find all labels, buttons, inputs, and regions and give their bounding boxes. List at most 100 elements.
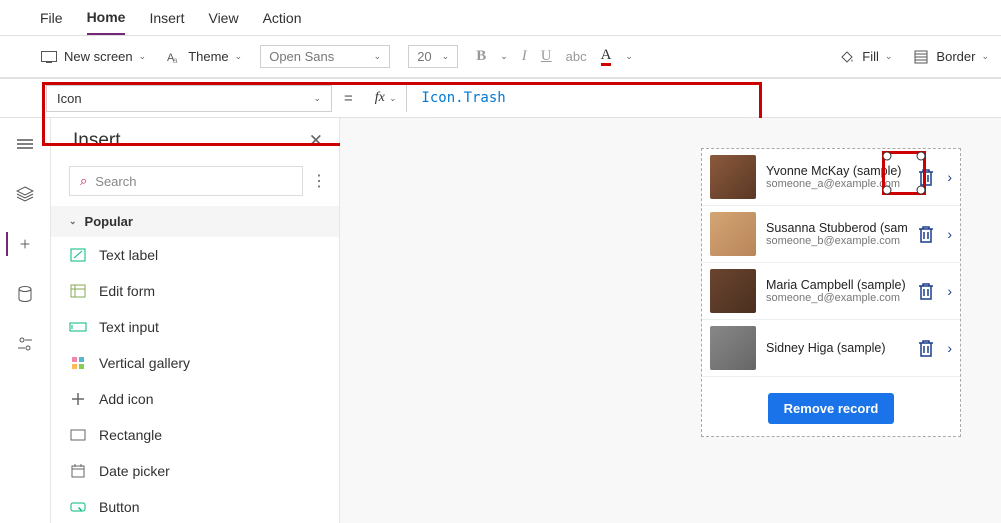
search-input[interactable]: ⌕ Search	[69, 166, 303, 196]
bold-button[interactable]: B	[476, 48, 486, 65]
data-icon[interactable]	[13, 282, 37, 306]
row-email: someone_d@example.com	[766, 292, 907, 304]
item-button[interactable]: Button	[51, 489, 339, 523]
menu-file[interactable]: File	[40, 2, 63, 34]
equals-label: =	[332, 90, 365, 107]
item-text-label[interactable]: Text label	[51, 237, 339, 273]
new-screen-label: New screen	[64, 49, 133, 64]
chevron-down-icon: ⌄	[235, 51, 243, 62]
font-family-value: Open Sans	[269, 49, 334, 64]
fill-label: Fill	[862, 49, 879, 64]
chevron-down-icon: ⌄	[69, 216, 77, 227]
section-popular[interactable]: ⌄ Popular	[51, 206, 339, 237]
insert-panel: Insert ✕ ⌕ Search ⋮ ⌄ Popular Text label…	[50, 118, 340, 523]
avatar	[710, 269, 756, 313]
layers-icon[interactable]	[13, 182, 37, 206]
avatar	[710, 155, 756, 199]
border-label: Border	[936, 49, 975, 64]
gallery-icon	[69, 354, 87, 372]
close-icon[interactable]: ✕	[309, 131, 323, 151]
gallery-row[interactable]: Yvonne McKay (sample)someone_a@example.c…	[702, 149, 960, 206]
strikethrough-button[interactable]: abc	[566, 49, 587, 64]
left-rail	[0, 118, 50, 523]
format-group: B⌄ I U abc A⌄	[476, 48, 633, 66]
font-size-value: 20	[417, 49, 431, 64]
theme-button[interactable]: Aa Theme ⌄	[164, 48, 242, 66]
text-input-icon	[69, 318, 87, 336]
text-label-icon	[69, 246, 87, 264]
rectangle-icon	[69, 426, 87, 444]
avatar	[710, 212, 756, 256]
search-placeholder: Search	[95, 174, 136, 189]
border-icon	[912, 48, 930, 66]
property-value: Icon	[57, 91, 82, 106]
trash-icon[interactable]	[917, 281, 937, 301]
item-vertical-gallery[interactable]: Vertical gallery	[51, 345, 339, 381]
tree-icon[interactable]	[13, 132, 37, 156]
remove-record-button[interactable]: Remove record	[768, 393, 895, 424]
canvas[interactable]: Yvonne McKay (sample)someone_a@example.c…	[340, 118, 1001, 523]
item-date-picker[interactable]: Date picker	[51, 453, 339, 489]
theme-label: Theme	[188, 49, 228, 64]
row-name: Yvonne McKay (sample)	[766, 164, 907, 178]
menu-action[interactable]: Action	[263, 2, 302, 34]
item-add-icon[interactable]: Add icon	[51, 381, 339, 417]
theme-icon: Aa	[164, 48, 182, 66]
chevron-right-icon[interactable]: ›	[947, 169, 952, 185]
trash-icon[interactable]	[917, 338, 937, 358]
gallery-row[interactable]: Maria Campbell (sample)someone_d@example…	[702, 263, 960, 320]
italic-button[interactable]: I	[522, 48, 527, 65]
item-text-input[interactable]: Text input	[51, 309, 339, 345]
more-icon[interactable]: ⋮	[311, 171, 327, 191]
formula-bar: Icon ⌄ = fx⌄ Icon.Trash	[0, 78, 1001, 118]
font-family-select[interactable]: Open Sans ⌄	[260, 45, 390, 68]
item-edit-form[interactable]: Edit form	[51, 273, 339, 309]
gallery-row[interactable]: Sidney Higa (sample) ›	[702, 320, 960, 377]
menu-home[interactable]: Home	[87, 1, 126, 35]
property-select[interactable]: Icon ⌄	[46, 85, 332, 112]
chevron-down-icon: ⌄	[139, 51, 147, 62]
edit-form-icon	[69, 282, 87, 300]
button-icon	[69, 498, 87, 516]
menu-bar: File Home Insert View Action	[0, 0, 1001, 36]
avatar	[710, 326, 756, 370]
font-size-select[interactable]: 20 ⌄	[408, 45, 458, 68]
trash-icon[interactable]	[917, 167, 937, 187]
chevron-down-icon: ⌄	[313, 93, 321, 104]
fill-button[interactable]: Fill ⌄	[838, 48, 892, 66]
font-color-button[interactable]: A	[601, 48, 612, 66]
fill-icon	[838, 48, 856, 66]
menu-insert[interactable]: Insert	[149, 2, 184, 34]
svg-text:a: a	[173, 56, 178, 64]
ribbon: New screen ⌄ Aa Theme ⌄ Open Sans ⌄ 20 ⌄…	[0, 36, 1001, 78]
screen-icon	[40, 48, 58, 66]
row-name: Susanna Stubberod (sample)	[766, 221, 907, 235]
item-rectangle[interactable]: Rectangle	[51, 417, 339, 453]
calendar-icon	[69, 462, 87, 480]
plus-icon	[69, 390, 87, 408]
chevron-down-icon: ⌄	[374, 51, 382, 62]
menu-view[interactable]: View	[208, 2, 238, 34]
row-email: someone_b@example.com	[766, 235, 907, 247]
chevron-right-icon[interactable]: ›	[947, 226, 952, 242]
border-button[interactable]: Border ⌄	[912, 48, 989, 66]
chevron-right-icon[interactable]: ›	[947, 340, 952, 356]
insert-icon[interactable]	[6, 232, 30, 256]
row-name: Maria Campbell (sample)	[766, 278, 907, 292]
fx-label[interactable]: fx⌄	[365, 84, 408, 112]
formula-input[interactable]: Icon.Trash	[407, 90, 519, 106]
chevron-right-icon[interactable]: ›	[947, 283, 952, 299]
panel-title: Insert	[73, 130, 121, 152]
row-name: Sidney Higa (sample)	[766, 341, 907, 355]
search-icon: ⌕	[80, 173, 87, 189]
settings-icon[interactable]	[13, 332, 37, 356]
gallery[interactable]: Yvonne McKay (sample)someone_a@example.c…	[701, 148, 961, 437]
chevron-down-icon: ⌄	[389, 93, 397, 104]
panel-list: ⌄ Popular Text label Edit form Text inpu…	[51, 206, 339, 523]
chevron-down-icon: ⌄	[885, 51, 893, 62]
trash-icon[interactable]	[917, 224, 937, 244]
underline-button[interactable]: U	[541, 48, 552, 65]
gallery-row[interactable]: Susanna Stubberod (sample)someone_b@exam…	[702, 206, 960, 263]
new-screen-button[interactable]: New screen ⌄	[40, 48, 146, 66]
chevron-down-icon: ⌄	[442, 51, 450, 62]
